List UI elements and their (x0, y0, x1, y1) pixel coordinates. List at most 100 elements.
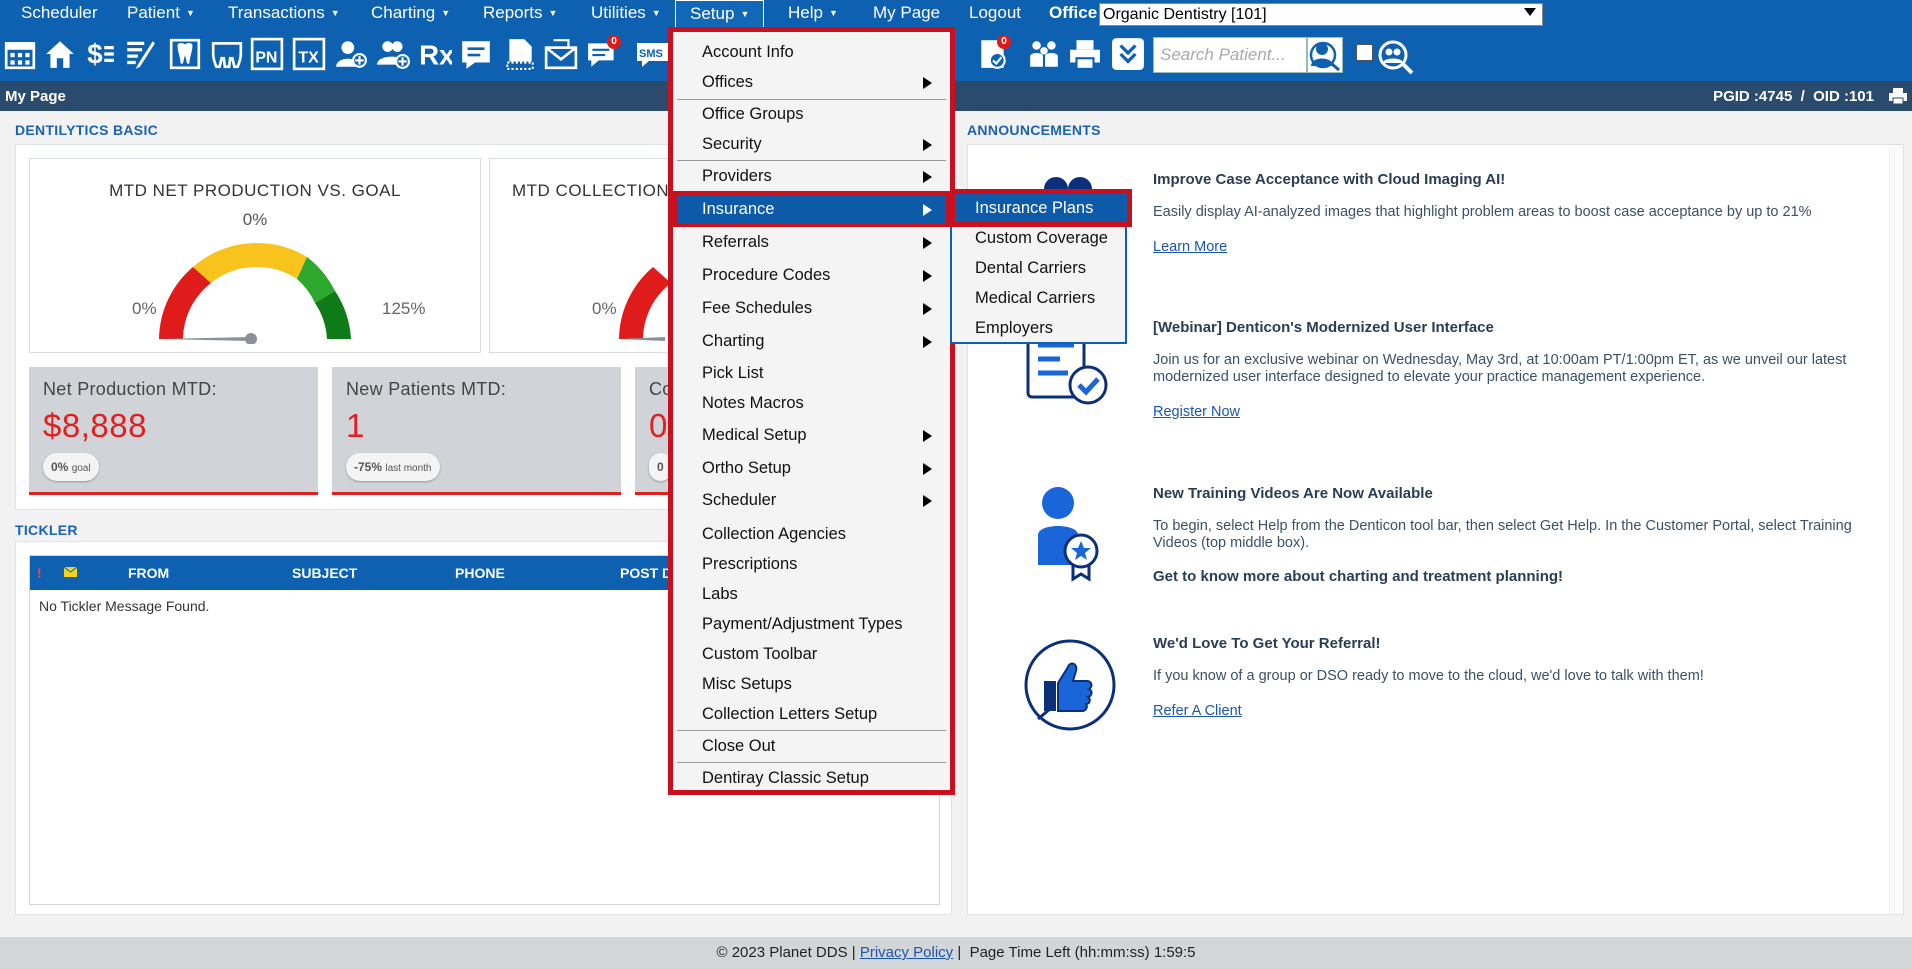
add-patient-icon[interactable] (333, 35, 369, 73)
setup-item-medical-setup[interactable]: Medical Setup (677, 421, 946, 449)
treatment-icon[interactable]: TX (291, 35, 327, 73)
chevron-down-icon: ▼ (828, 8, 838, 18)
setup-item-procedure-codes[interactable]: Procedure Codes (677, 261, 946, 289)
kpi-card-net-production: Net Production MTD: $8,888 0% goal (29, 367, 318, 495)
column-phone[interactable]: PHONE (455, 565, 505, 581)
setup-item-insurance[interactable]: Insurance (673, 191, 950, 227)
setup-item-dentiray-classic-setup[interactable]: Dentiray Classic Setup (677, 764, 946, 792)
insurance-submenu: Insurance Plans Custom Coverage Dental C… (950, 189, 1132, 344)
search-option-checkbox[interactable] (1356, 44, 1373, 61)
menu-patient[interactable]: Patient ▼ (127, 0, 195, 26)
search-patient-input[interactable]: Search Patient... (1153, 37, 1307, 73)
setup-item-security[interactable]: Security (677, 130, 946, 158)
print-page-icon[interactable] (1888, 87, 1908, 105)
menu-setup[interactable]: Setup ▼ (675, 0, 765, 28)
submenu-arrow-icon (923, 171, 932, 183)
chevron-down-icon: ▼ (185, 8, 195, 18)
advanced-search-icon[interactable] (1376, 39, 1416, 75)
home-icon[interactable] (42, 35, 78, 73)
register-now-link[interactable]: Register Now (1153, 404, 1240, 420)
print-icon[interactable] (1067, 35, 1103, 73)
gauge-chart (159, 242, 351, 344)
menu-my-page[interactable]: My Page (873, 0, 940, 26)
setup-item-close-out[interactable]: Close Out (677, 732, 946, 760)
submenu-arrow-icon (923, 204, 932, 216)
setup-item-fee-schedules[interactable]: Fee Schedules (677, 294, 946, 322)
submenu-arrow-icon (923, 495, 932, 507)
setup-item-prescriptions[interactable]: Prescriptions (677, 550, 946, 578)
menu-utilities[interactable]: Utilities ▼ (591, 0, 661, 26)
custom-coverage-item[interactable]: Custom Coverage (952, 224, 1125, 252)
menu-scheduler[interactable]: Scheduler (21, 0, 98, 26)
menu-transactions[interactable]: Transactions ▼ (228, 0, 340, 26)
tasks-icon[interactable]: 0 (975, 35, 1011, 73)
setup-item-payment-adjustment-types[interactable]: Payment/Adjustment Types (677, 610, 946, 638)
sms-icon[interactable]: SMS (636, 35, 670, 73)
dollar-transactions-icon[interactable]: $ (82, 35, 118, 73)
column-post-date[interactable]: POST D (620, 565, 672, 581)
notes-icon[interactable] (458, 35, 494, 73)
setup-item-providers[interactable]: Providers (677, 162, 946, 190)
search-patient-button[interactable] (1307, 37, 1343, 73)
teeth-icon[interactable] (209, 35, 245, 73)
column-from[interactable]: FROM (128, 565, 169, 581)
page-time-left: | Page Time Left (hh:mm:ss) 1:59:5 (953, 944, 1196, 961)
menu-help[interactable]: Help ▼ (788, 0, 838, 26)
messages-icon[interactable]: 0 (585, 35, 621, 73)
progress-notes-icon[interactable]: PN (249, 35, 285, 73)
refer-a-client-link[interactable]: Refer A Client (1153, 703, 1242, 719)
setup-item-collection-agencies[interactable]: Collection Agencies (677, 520, 946, 548)
menu-logout[interactable]: Logout (969, 0, 1021, 26)
setup-item-pick-list[interactable]: Pick List (677, 359, 946, 387)
footer: © 2023 Planet DDS | Privacy Policy | Pag… (0, 937, 1912, 969)
setup-item-notes-macros[interactable]: Notes Macros (677, 389, 946, 417)
page-title: My Page (5, 88, 66, 105)
menu-reports[interactable]: Reports ▼ (483, 0, 557, 26)
medical-carriers-item[interactable]: Medical Carriers (952, 284, 1125, 312)
setup-item-referrals[interactable]: Referrals (677, 228, 946, 256)
user-search-icon (1309, 41, 1340, 71)
priority-flag-icon[interactable]: ! (37, 565, 42, 581)
letters-icon[interactable] (543, 35, 579, 73)
setup-item-labs[interactable]: Labs (677, 580, 946, 608)
edit-chart-icon[interactable] (122, 35, 158, 73)
menu-charting[interactable]: Charting ▼ (371, 0, 450, 26)
chevron-down-icon: ▼ (651, 8, 661, 18)
family-icon[interactable] (1026, 35, 1062, 73)
announcement-3: New Training Videos Are Now Available To… (1153, 485, 1873, 585)
collapse-icon[interactable] (1110, 35, 1146, 73)
envelope-icon[interactable] (64, 567, 77, 577)
setup-item-account-info[interactable]: Account Info (677, 38, 946, 66)
announcements-scrollbar[interactable] (1889, 145, 1903, 914)
setup-item-office-groups[interactable]: Office Groups (677, 100, 946, 128)
setup-item-collection-letters-setup[interactable]: Collection Letters Setup (677, 700, 946, 728)
insurance-plans-item[interactable]: Insurance Plans (952, 194, 1125, 222)
employers-item[interactable]: Employers (952, 314, 1125, 342)
kpi-chip: -75% last month (346, 453, 440, 481)
setup-item-scheduler[interactable]: Scheduler (677, 486, 946, 514)
prescription-icon[interactable]: Rx (417, 35, 453, 73)
announcement-1: Improve Case Acceptance with Cloud Imagi… (1153, 171, 1873, 255)
submenu-arrow-icon (923, 77, 932, 89)
add-family-icon[interactable] (375, 35, 411, 73)
dental-carriers-item[interactable]: Dental Carriers (952, 254, 1125, 282)
column-subject[interactable]: SUBJECT (292, 565, 357, 581)
office-select[interactable]: Organic Dentistry [101] (1099, 3, 1543, 26)
learn-more-link[interactable]: Learn More (1153, 239, 1227, 255)
calendar-icon[interactable] (2, 35, 38, 73)
document-icon[interactable] (502, 35, 538, 73)
svg-text:Rx: Rx (419, 40, 452, 71)
messages-badge: 0 (607, 35, 621, 49)
setup-item-misc-setups[interactable]: Misc Setups (677, 670, 946, 698)
kpi-value: 1 (346, 407, 365, 444)
announcement-4: We'd Love To Get Your Referral! If you k… (1153, 635, 1873, 719)
setup-item-offices[interactable]: Offices (677, 68, 946, 96)
setup-item-ortho-setup[interactable]: Ortho Setup (677, 454, 946, 482)
tooth-icon[interactable] (167, 35, 203, 73)
privacy-policy-link[interactable]: Privacy Policy (860, 944, 953, 961)
setup-item-charting[interactable]: Charting (677, 327, 946, 355)
thumbs-up-icon (1024, 639, 1116, 731)
gauge-card-net-production: MTD NET PRODUCTION VS. GOAL 0% 0% 125% (29, 158, 481, 353)
toolbar: $ PN TX Rx 0 SMS 0 Search Patient... (0, 28, 1912, 81)
setup-item-custom-toolbar[interactable]: Custom Toolbar (677, 640, 946, 668)
